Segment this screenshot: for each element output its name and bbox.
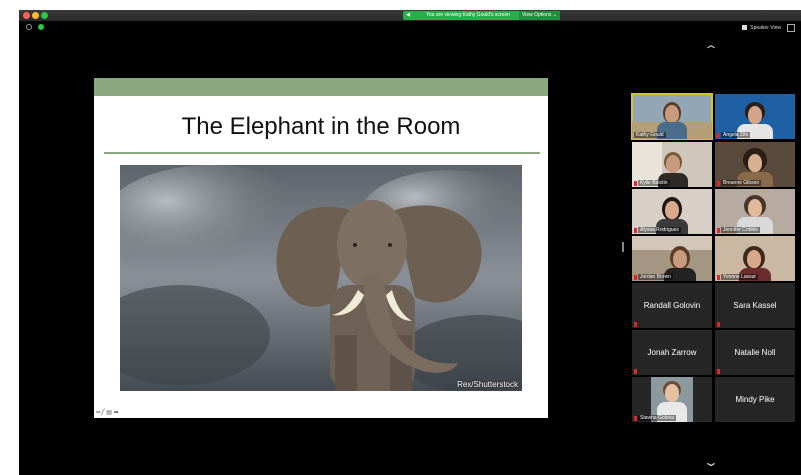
minimize-window-button[interactable] — [32, 12, 39, 19]
muted-icon — [634, 322, 637, 327]
participant-tile[interactable]: Angela Zito — [715, 94, 795, 139]
muted-icon — [717, 228, 720, 233]
participant-name: Natalie Noll — [734, 348, 776, 357]
muted-icon — [634, 228, 637, 233]
participant-name: Jordan Brown — [638, 274, 673, 280]
participant-name: Kylie Balotin — [638, 180, 670, 186]
slide-title: The Elephant in the Room — [181, 113, 461, 140]
share-banner-text: You are viewing Kathy Gould's screen — [426, 12, 510, 18]
participant-tile[interactable]: Kathy Gould — [631, 93, 713, 140]
participant-name: Breanne Gibson — [721, 180, 762, 186]
close-window-button[interactable] — [23, 12, 30, 19]
fullscreen-icon[interactable] — [787, 24, 795, 32]
participant-name: Stavina Golova — [638, 415, 676, 421]
gallery-up-chevron-icon[interactable]: ⌃ — [703, 43, 719, 57]
participant-tile[interactable]: Natalie Noll — [715, 330, 795, 375]
meeting-info-icon[interactable] — [26, 24, 32, 30]
maximize-window-button[interactable] — [41, 12, 48, 19]
muted-icon — [717, 133, 720, 138]
slide-divider — [104, 152, 540, 154]
participant-name: Alyssa Rodriguez — [638, 227, 681, 233]
participant-name: Jonah Zarrow — [647, 348, 697, 357]
slide-header-band — [94, 78, 548, 96]
muted-icon — [634, 416, 637, 421]
elephant-photo: Rex/Shutterstock — [120, 165, 522, 391]
participant-tile[interactable]: Jennifer Cribble — [715, 189, 795, 234]
muted-icon — [717, 181, 720, 186]
participant-tile[interactable]: Randall Golovin — [632, 283, 712, 328]
muted-icon — [634, 369, 637, 374]
panel-resize-handle[interactable] — [622, 242, 624, 252]
muted-icon — [634, 275, 637, 280]
muted-icon — [634, 181, 637, 186]
slide-toolbar[interactable]: ✏╱ ▤ ➡ — [96, 409, 119, 416]
share-indicator-icon: ◀ — [406, 12, 410, 18]
participant-name: Kathy Gould — [634, 132, 666, 138]
title-bar: ◀ You are viewing Kathy Gould's screen V… — [19, 10, 801, 21]
speaker-view-button[interactable]: Speaker View — [742, 24, 781, 32]
participant-tile[interactable]: Yvonne Lassur — [715, 236, 795, 281]
participant-name: Sara Kassel — [733, 301, 777, 310]
participant-name: Jennifer Cribble — [721, 227, 761, 233]
shared-slide: The Elephant in the Room Rex/Shutterstoc… — [94, 78, 548, 418]
participant-name: Randall Golovin — [643, 301, 701, 310]
participant-tile[interactable]: Breanne Gibson — [715, 142, 795, 187]
view-options-button[interactable]: View Options ⌄ — [519, 11, 560, 20]
photo-credit: Rex/Shutterstock — [457, 380, 518, 389]
speaker-view-label: Speaker View — [750, 25, 781, 31]
participant-tile[interactable]: Kylie Balotin — [632, 142, 712, 187]
muted-icon — [717, 322, 720, 327]
participant-tile[interactable]: Mindy Pike — [715, 377, 795, 422]
gallery-down-chevron-icon[interactable]: ⌄ — [703, 455, 719, 469]
participant-tile[interactable]: Jonah Zarrow — [632, 330, 712, 375]
zoom-window: ◀ You are viewing Kathy Gould's screen V… — [19, 10, 801, 475]
elephant-illustration — [120, 165, 522, 391]
participant-name: Yvonne Lassur — [721, 274, 759, 280]
participant-tile[interactable]: Alyssa Rodriguez — [632, 189, 712, 234]
grid-icon — [742, 25, 748, 31]
participant-name: Mindy Pike — [735, 395, 775, 404]
security-shield-icon[interactable] — [38, 24, 44, 30]
muted-icon — [717, 275, 720, 280]
participant-name: Angela Zito — [721, 132, 751, 138]
participant-tile[interactable]: Stavina Golova — [632, 377, 712, 422]
muted-icon — [717, 369, 720, 374]
participant-tile[interactable]: Sara Kassel — [715, 283, 795, 328]
participant-tile[interactable]: Jordan Brown — [632, 236, 712, 281]
